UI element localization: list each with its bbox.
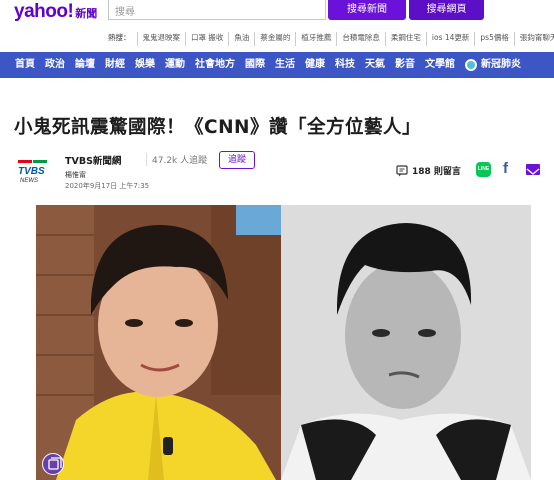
trending-item[interactable]: 魚油 (228, 32, 254, 46)
trending-item[interactable]: 張鈞甯聊天 (513, 32, 554, 46)
news-logo-text: 新聞 (75, 7, 98, 20)
publish-date: 2020年9月17日 上午7:35 (65, 182, 150, 190)
search-web-button[interactable]: 搜尋網頁 (409, 0, 484, 20)
comments-link[interactable]: 188 則留言 (396, 164, 461, 177)
nav-item-video[interactable]: 影音 (390, 52, 420, 78)
nav-item-politics[interactable]: 政治 (40, 52, 70, 78)
trending-item[interactable]: 鬼鬼退映案 (136, 32, 186, 46)
trending-label: 熱搜： (108, 33, 131, 42)
nav-item-forum[interactable]: 論壇 (70, 52, 100, 78)
comments-count: 188 則留言 (412, 167, 461, 177)
trending-searches: 熱搜： 鬼鬼退映案 口罩 搬收 魚油 蔡金屬的 植牙推薦 台積電除息 柔鋼住宅 … (108, 32, 554, 46)
gallery-icon[interactable] (42, 453, 64, 475)
nav-item-international[interactable]: 國際 (240, 52, 270, 78)
nav-item-finance[interactable]: 財經 (100, 52, 130, 78)
author-name: 楊惟甯 (65, 171, 86, 179)
photo-left-color (36, 205, 281, 480)
trending-item[interactable]: 口罩 搬收 (185, 32, 228, 46)
nav-item-covid[interactable]: 新冠肺炎 (460, 52, 526, 78)
tvbs-logo-subtext: NEWS (20, 178, 38, 184)
nav-item-health[interactable]: 健康 (300, 52, 330, 78)
nav-item-life[interactable]: 生活 (270, 52, 300, 78)
nav-item-literature[interactable]: 文學館 (420, 52, 460, 78)
trending-item[interactable]: 柔鋼住宅 (384, 32, 426, 46)
trending-item[interactable]: ps5價格 (474, 32, 513, 46)
article-headline: 小鬼死訊震驚國際！《CNN》讚「全方位藝人」 (14, 117, 422, 138)
trending-item[interactable]: 植牙推薦 (295, 32, 336, 46)
covid-label: 新冠肺炎 (481, 59, 521, 70)
nav-item-tech[interactable]: 科技 (330, 52, 360, 78)
article-photo[interactable] (36, 205, 531, 480)
source-name[interactable]: TVBS新聞網 (65, 153, 121, 167)
covid-icon (465, 59, 477, 71)
yahoo-logo-text: yahoo! (14, 1, 74, 22)
search-news-button[interactable]: 搜尋新聞 (328, 0, 406, 20)
facebook-share-icon[interactable]: f (503, 160, 508, 177)
line-share-icon[interactable]: LINE (476, 162, 491, 177)
nav-item-entertainment[interactable]: 娛樂 (130, 52, 160, 78)
follower-count: 47.2k 人追蹤 (146, 153, 207, 166)
nav-item-sports[interactable]: 運動 (160, 52, 190, 78)
tvbs-logo-text: TVBS (18, 166, 45, 177)
follow-button[interactable]: 追蹤 (219, 151, 255, 169)
trending-item[interactable]: 台積電除息 (336, 32, 385, 46)
trending-item[interactable]: ios 14更新 (425, 32, 475, 46)
search-input[interactable]: 搜尋 (108, 0, 326, 20)
nav-item-weather[interactable]: 天氣 (360, 52, 390, 78)
main-nav: 首頁 政治 論壇 財經 娛樂 運動 社會地方 國際 生活 健康 科技 天氣 影音… (0, 52, 554, 78)
yahoo-news-logo[interactable]: yahoo! 新聞 (14, 1, 97, 23)
comment-icon (396, 164, 408, 176)
top-header: yahoo! 新聞 搜尋 搜尋新聞 搜尋網頁 熱搜： 鬼鬼退映案 口罩 搬收 魚… (0, 0, 554, 50)
nav-item-society[interactable]: 社會地方 (190, 52, 240, 78)
photo-right-bw (281, 205, 531, 480)
mail-share-icon[interactable] (526, 164, 540, 175)
tvbs-logo[interactable]: TVBS NEWS (16, 160, 56, 184)
nav-item-home[interactable]: 首頁 (0, 52, 40, 78)
trending-item[interactable]: 蔡金屬的 (254, 32, 295, 46)
